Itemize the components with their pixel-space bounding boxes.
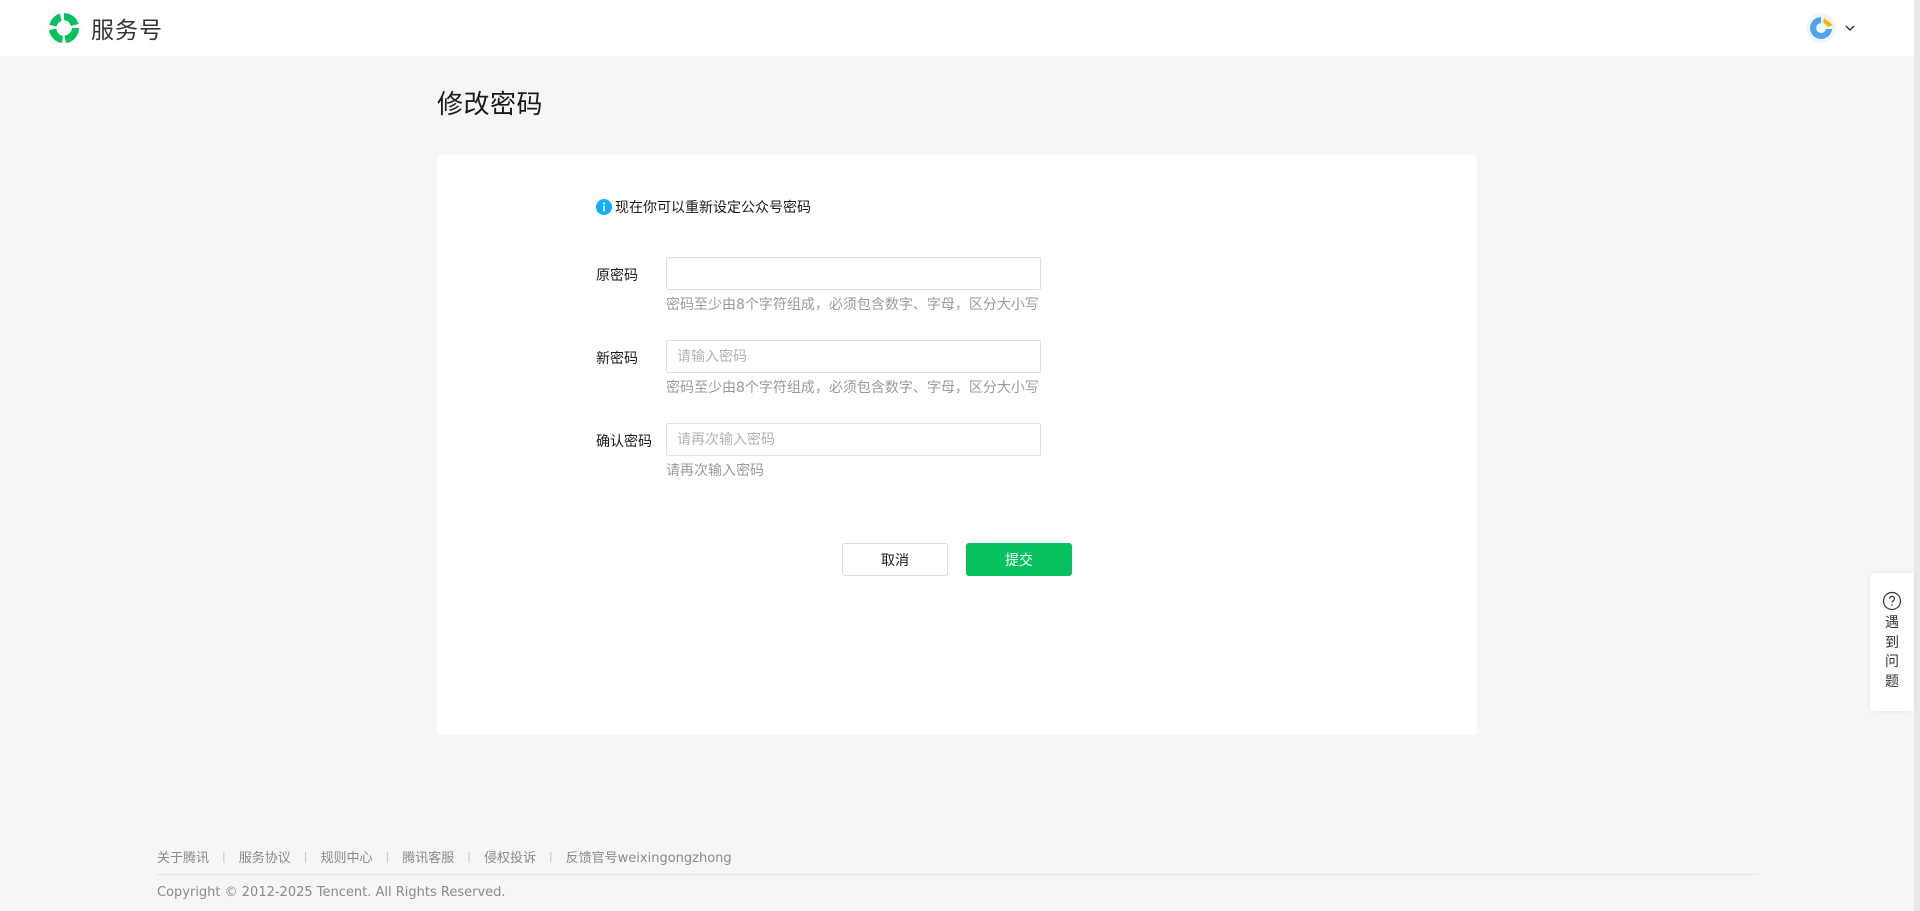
footer-separator: | bbox=[222, 850, 226, 863]
footer-divider bbox=[157, 874, 1758, 875]
avatar-icon bbox=[1806, 13, 1836, 43]
chevron-down-icon bbox=[1845, 25, 1855, 31]
password-form-card: 现在你可以重新设定公众号密码 原密码 密码至少由8个字符组成，必须包含数字、字母… bbox=[437, 155, 1477, 735]
top-bar: 服务号 bbox=[0, 0, 1914, 56]
new-password-label: 新密码 bbox=[596, 351, 638, 367]
footer-separator: | bbox=[548, 850, 553, 863]
footer-link-infringement[interactable]: 侵权投诉 bbox=[484, 847, 536, 866]
footer-separator: | bbox=[385, 850, 390, 863]
confirm-password-hint: 请再次输入密码 bbox=[666, 463, 764, 479]
confirm-password-label: 确认密码 bbox=[596, 434, 652, 450]
confirm-password-input[interactable] bbox=[666, 423, 1041, 456]
footer-link-feedback[interactable]: 反馈官号weixingongzhong bbox=[566, 847, 732, 866]
old-password-hint: 密码至少由8个字符组成，必须包含数字、字母，区分大小写 bbox=[666, 297, 1039, 313]
page-title: 修改密码 bbox=[437, 90, 544, 120]
brand[interactable]: 服务号 bbox=[46, 10, 163, 46]
submit-button[interactable]: 提交 bbox=[966, 543, 1072, 576]
new-password-input[interactable] bbox=[666, 340, 1041, 373]
new-password-hint: 密码至少由8个字符组成，必须包含数字、字母，区分大小写 bbox=[666, 380, 1039, 396]
footer-link-rules[interactable]: 规则中心 bbox=[320, 847, 372, 866]
page-scrollbar[interactable] bbox=[1914, 0, 1920, 911]
copyright: Copyright © 2012-2025 Tencent. All Right… bbox=[157, 885, 506, 900]
service-account-logo-icon bbox=[49, 12, 80, 43]
help-float-button[interactable]: 遇到问题 bbox=[1870, 573, 1914, 711]
question-circle-icon bbox=[1882, 591, 1902, 611]
account-menu[interactable] bbox=[1806, 13, 1856, 43]
footer-links: 关于腾讯 | 服务协议 | 规则中心 | 腾讯客服 | 侵权投诉 | 反馈官号w… bbox=[157, 847, 732, 866]
footer-link-customer-service[interactable]: 腾讯客服 bbox=[402, 847, 454, 866]
brand-name: 服务号 bbox=[91, 18, 163, 44]
footer-link-about[interactable]: 关于腾讯 bbox=[157, 847, 209, 866]
footer-link-service-agreement[interactable]: 服务协议 bbox=[239, 847, 291, 866]
footer-separator: | bbox=[303, 850, 308, 863]
help-label: 遇到问题 bbox=[1885, 615, 1899, 690]
cancel-button[interactable]: 取消 bbox=[842, 543, 948, 576]
info-icon bbox=[596, 199, 612, 215]
footer-separator: | bbox=[467, 850, 471, 863]
old-password-label: 原密码 bbox=[596, 268, 638, 284]
notice-text: 现在你可以重新设定公众号密码 bbox=[615, 200, 811, 216]
form-notice: 现在你可以重新设定公众号密码 bbox=[596, 197, 811, 217]
old-password-input[interactable] bbox=[666, 257, 1041, 290]
